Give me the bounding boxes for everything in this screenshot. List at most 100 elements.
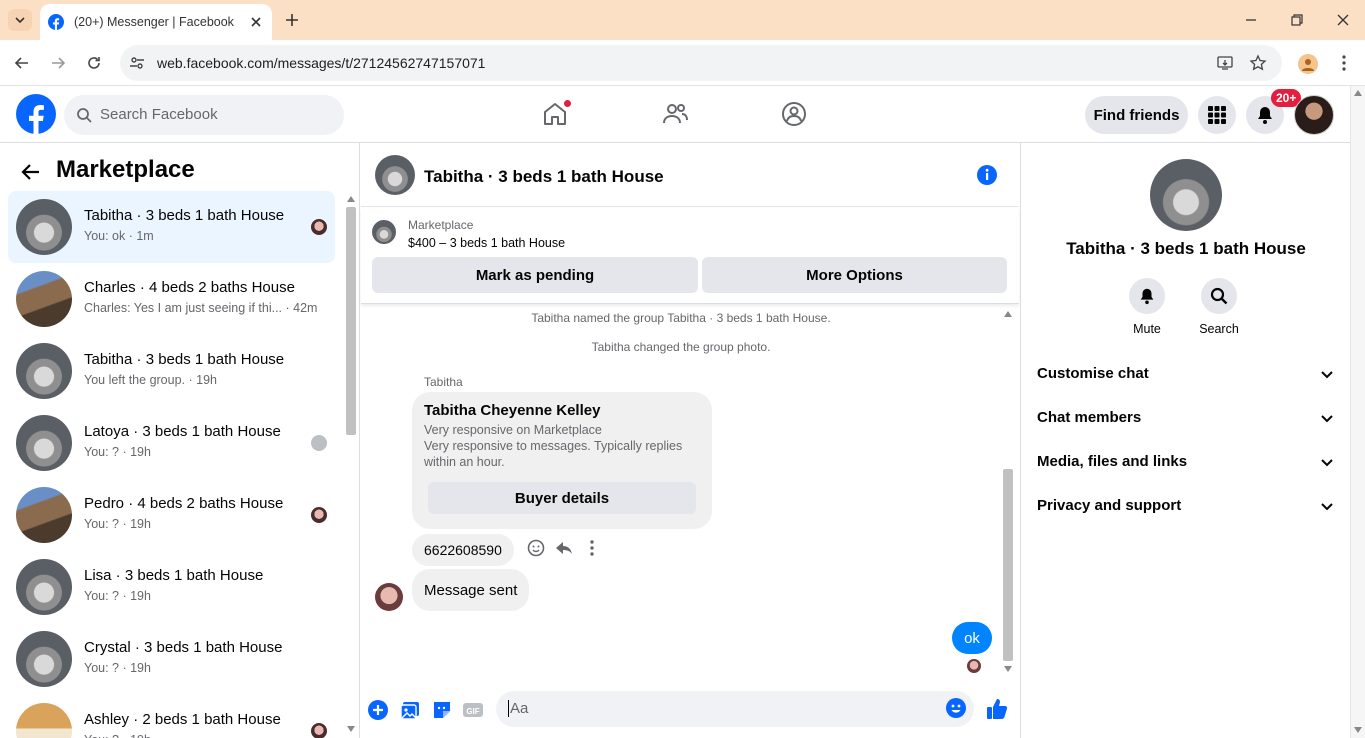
buyer-details-button[interactable]: Buyer details	[428, 482, 696, 514]
details-section[interactable]: Customise chat	[1029, 352, 1335, 396]
read-receipt-avatar	[311, 723, 327, 738]
details-section-label: Chat members	[1037, 409, 1142, 426]
read-receipt-avatar	[311, 219, 327, 235]
tab-title: (20+) Messenger | Facebook	[74, 15, 234, 29]
chat-header: Tabitha · 3 beds 1 bath House	[361, 143, 1019, 207]
reply-icon[interactable]	[554, 538, 574, 558]
search-action[interactable]: Search	[1189, 278, 1249, 336]
listing-thumbnail[interactable]	[372, 220, 396, 244]
conversation-item[interactable]: Tabitha · 3 beds 1 bath House You left th…	[8, 335, 335, 407]
conversation-thumbnail	[16, 343, 72, 399]
friends-icon[interactable]	[661, 100, 689, 128]
more-actions-icon[interactable]	[582, 538, 602, 558]
gif-icon[interactable]: GIF	[462, 699, 484, 721]
photo-icon[interactable]	[399, 699, 421, 721]
account-avatar[interactable]	[1294, 95, 1334, 135]
search-icon	[1210, 287, 1228, 305]
thumbs-up-icon[interactable]	[985, 697, 1009, 721]
url-text: web.facebook.com/messages/t/271245627471…	[157, 55, 486, 71]
message-placeholder: Aa	[508, 700, 529, 717]
window-close-icon[interactable]	[1334, 11, 1352, 29]
sender-avatar[interactable]	[375, 583, 403, 611]
read-receipt-avatar	[311, 435, 327, 451]
conversation-item[interactable]: Ashley · 2 beds 1 bath House You: ? · 19h	[8, 695, 335, 738]
seen-avatar	[967, 659, 981, 673]
reload-icon[interactable]	[85, 54, 103, 72]
my-message-bubble[interactable]: ok	[952, 622, 992, 654]
tab-search-chevron-icon[interactable]	[8, 9, 32, 31]
conversation-item[interactable]: Charles · 4 beds 2 baths House Charles: Y…	[8, 263, 335, 335]
url-input[interactable]: web.facebook.com/messages/t/271245627471…	[120, 45, 1282, 81]
buyer-name: Tabitha Cheyenne Kelley	[424, 402, 601, 419]
back-arrow-icon[interactable]	[13, 54, 31, 72]
site-settings-icon[interactable]	[128, 54, 146, 72]
restore-icon[interactable]	[1288, 11, 1306, 29]
new-tab-icon[interactable]	[283, 11, 301, 29]
address-bar-row: web.facebook.com/messages/t/271245627471…	[0, 40, 1365, 86]
back-arrow-icon[interactable]	[20, 161, 42, 183]
conversation-item[interactable]: Lisa · 3 beds 1 bath House You: ? · 19h	[8, 551, 335, 623]
message-input[interactable]: Aa	[496, 691, 974, 727]
menu-button[interactable]	[1198, 96, 1236, 134]
conversation-name: Latoya · 3 beds 1 bath House	[84, 423, 281, 440]
forward-arrow-icon[interactable]	[49, 54, 67, 72]
info-icon[interactable]	[976, 164, 998, 186]
svg-text:GIF: GIF	[466, 707, 479, 716]
phone-message-bubble[interactable]: 6622608590	[412, 534, 514, 566]
conversation-item[interactable]: Crystal · 3 beds 1 bath House You: ? · 19…	[8, 623, 335, 695]
conversation-thumbnail	[16, 559, 72, 615]
install-app-icon[interactable]	[1216, 54, 1234, 72]
chat-title[interactable]: Tabitha · 3 beds 1 bath House	[424, 167, 664, 187]
details-section[interactable]: Chat members	[1029, 396, 1335, 440]
sticker-icon[interactable]	[431, 699, 453, 721]
facebook-search-input[interactable]: Search Facebook	[64, 95, 344, 135]
browser-profile-icon[interactable]	[1298, 54, 1318, 74]
conversation-name: Pedro · 4 beds 2 baths House	[84, 495, 284, 512]
bell-icon	[1258, 107, 1272, 124]
search-placeholder: Search Facebook	[100, 106, 218, 123]
chevron-down-icon	[1321, 459, 1333, 467]
page-scrollbar[interactable]	[1350, 86, 1365, 738]
chat-scrollbar[interactable]	[1000, 305, 1016, 677]
minimize-icon[interactable]	[1242, 11, 1260, 29]
tab-close-icon[interactable]	[248, 14, 264, 30]
groups-icon[interactable]	[780, 100, 808, 128]
facebook-logo-icon[interactable]	[16, 94, 56, 134]
mute-label: Mute	[1133, 322, 1161, 336]
browser-tab[interactable]: (20+) Messenger | Facebook	[40, 4, 272, 40]
conversation-thumbnail	[16, 703, 72, 738]
details-section-label: Media, files and links	[1037, 453, 1188, 470]
react-emoji-icon[interactable]	[526, 538, 546, 558]
chevron-down-icon	[1321, 415, 1333, 423]
mark-as-pending-button[interactable]: Mark as pending	[372, 257, 698, 293]
conversation-preview: You left the group. · 19h	[84, 373, 217, 387]
bell-icon	[1140, 288, 1154, 305]
conversation-preview: You: ok · 1m	[84, 229, 154, 243]
conversation-preview: You: ? · 19h	[84, 517, 151, 531]
chat-avatar[interactable]	[375, 155, 415, 195]
conversation-list-scrollbar[interactable]	[344, 191, 358, 738]
plus-icon[interactable]	[367, 699, 389, 721]
bookmark-star-icon[interactable]	[1249, 54, 1267, 72]
browser-menu-icon[interactable]	[1335, 54, 1353, 72]
marketplace-listing-card: Marketplace $400 – 3 beds 1 bath House M…	[361, 208, 1019, 304]
find-friends-button[interactable]: Find friends	[1085, 96, 1188, 134]
mute-action[interactable]: Mute	[1117, 278, 1177, 336]
system-message: Tabitha changed the group photo.	[591, 340, 771, 354]
conversation-name: Ashley · 2 beds 1 bath House	[84, 711, 281, 728]
listing-price[interactable]: $400 – 3 beds 1 bath House	[408, 236, 565, 250]
menu-grid-icon	[1208, 106, 1226, 124]
details-section[interactable]: Media, files and links	[1029, 440, 1335, 484]
more-options-button[interactable]: More Options	[702, 257, 1007, 293]
marketplace-label: Marketplace	[408, 218, 474, 232]
responsiveness-line-1: Very responsive on Marketplace	[424, 423, 602, 437]
details-section[interactable]: Privacy and support	[1029, 484, 1335, 528]
conversation-item[interactable]: Latoya · 3 beds 1 bath House You: ? · 19h	[8, 407, 335, 479]
group-avatar[interactable]	[1150, 159, 1222, 231]
message-bubble[interactable]: Message sent	[412, 569, 530, 611]
conversation-name: Charles · 4 beds 2 baths House	[84, 279, 295, 296]
conversation-item[interactable]: Tabitha · 3 beds 1 bath House You: ok · 1…	[8, 191, 335, 263]
emoji-icon[interactable]	[945, 697, 967, 719]
conversation-thumbnail	[16, 631, 72, 687]
conversation-item[interactable]: Pedro · 4 beds 2 baths House You: ? · 19h	[8, 479, 335, 551]
